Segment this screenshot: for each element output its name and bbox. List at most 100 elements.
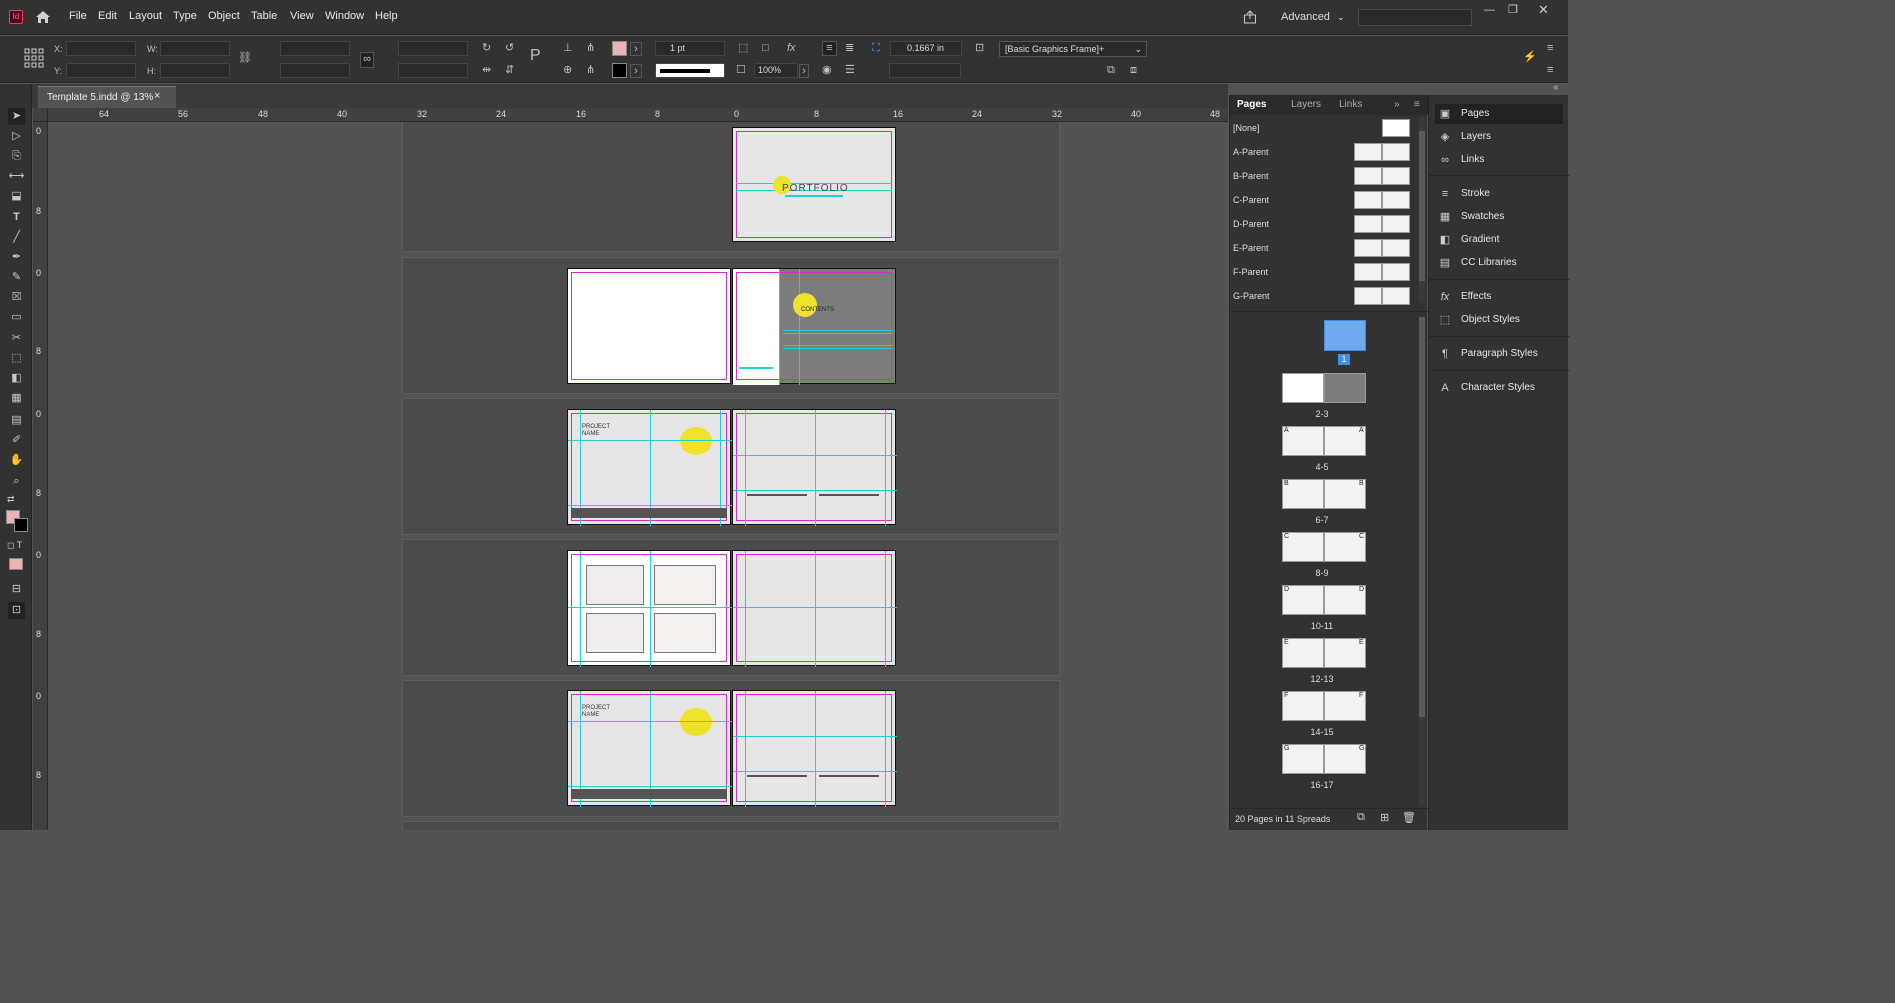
- opacity-chevron[interactable]: ›: [799, 64, 809, 78]
- apply-color-icon[interactable]: [9, 558, 23, 570]
- horizontal-ruler[interactable]: 64 56 48 40 32 24 16 8 0 8 16 24 32 40 48: [48, 108, 1228, 122]
- parents-scrollbar[interactable]: [1419, 117, 1425, 303]
- dock-paragraph-styles[interactable]: ¶ Paragraph Styles: [1435, 344, 1563, 364]
- menu-help[interactable]: Help: [375, 10, 398, 22]
- clear-overrides-icon[interactable]: ⧉: [1107, 64, 1115, 76]
- direct-selection-tool-icon[interactable]: ▷: [8, 128, 25, 145]
- menu-object[interactable]: Object: [208, 10, 240, 22]
- text-frame-options-icon[interactable]: ⬚: [738, 42, 748, 54]
- page-1[interactable]: PORTFOLIO: [732, 127, 896, 242]
- page-4[interactable]: PROJECT NAME: [567, 409, 732, 526]
- w-field[interactable]: [160, 41, 230, 56]
- constrain-proportions-icon[interactable]: ⛓: [238, 52, 252, 64]
- dock-swatches[interactable]: ▦ Swatches: [1435, 207, 1563, 227]
- gradient-feather-tool-icon[interactable]: ▦: [8, 390, 25, 407]
- menu-window[interactable]: Window: [325, 10, 364, 22]
- quick-apply-icon[interactable]: ⚡: [1523, 51, 1537, 63]
- gap-tool-icon[interactable]: ⟷: [8, 168, 25, 185]
- dock-pages[interactable]: ▣ Pages: [1435, 104, 1563, 124]
- vertical-ruler[interactable]: 0 8 0 8 0 8 0 8 0 8: [33, 122, 48, 830]
- style-options-icon[interactable]: ⧈: [1130, 64, 1137, 76]
- type-tool-icon[interactable]: T: [8, 209, 25, 226]
- page-tool-icon[interactable]: ⎘: [8, 148, 25, 165]
- shear-field[interactable]: [398, 63, 468, 78]
- fill-swatch[interactable]: [612, 41, 627, 56]
- eyedropper-tool-icon[interactable]: ✐: [8, 432, 25, 449]
- rotate-ccw-icon[interactable]: ↺: [505, 42, 514, 54]
- offset-select[interactable]: [889, 63, 961, 78]
- new-page-icon[interactable]: ⊞: [1380, 811, 1389, 824]
- close-window-icon[interactable]: ✕: [1538, 2, 1549, 18]
- search-field[interactable]: [1358, 9, 1472, 26]
- dock-stroke[interactable]: ≡ Stroke: [1435, 184, 1563, 204]
- select-previous-icon[interactable]: ⋔: [586, 42, 595, 54]
- page-1-thumb[interactable]: [1324, 320, 1366, 351]
- dock-character-styles[interactable]: A Character Styles: [1435, 378, 1563, 398]
- stroke-type-select[interactable]: [655, 63, 725, 78]
- note-tool-icon[interactable]: ▤: [8, 412, 25, 429]
- document-tab[interactable]: Template 5.indd @ 13% ×: [38, 86, 176, 108]
- select-container-icon[interactable]: ⊥: [563, 42, 573, 54]
- content-collector-icon[interactable]: ⬓: [8, 188, 25, 205]
- minimize-icon[interactable]: —: [1484, 4, 1495, 16]
- expand-dock-icon[interactable]: «: [1553, 82, 1559, 93]
- flip-vertical-icon[interactable]: ⇵: [505, 64, 514, 76]
- y-field[interactable]: [66, 63, 136, 78]
- menu-file[interactable]: File: [69, 10, 87, 22]
- page-6[interactable]: [567, 550, 732, 667]
- dock-layers[interactable]: ◈ Layers: [1435, 127, 1563, 147]
- fitting-icon[interactable]: ⛶: [872, 42, 880, 54]
- align-center-icon[interactable]: ≣: [845, 42, 854, 54]
- effects-fx-icon[interactable]: fx: [787, 42, 796, 54]
- dock-links[interactable]: ∞ Links: [1435, 150, 1563, 170]
- menu-edit[interactable]: Edit: [98, 10, 117, 22]
- frame-icon[interactable]: □: [762, 42, 769, 54]
- offset-field[interactable]: 0.1667 in: [890, 41, 962, 56]
- scale-y-field[interactable]: [280, 63, 350, 78]
- fill-stroke-swap-icon[interactable]: ⇄: [7, 494, 15, 505]
- tab-links[interactable]: Links: [1339, 99, 1362, 110]
- paragraph-icon[interactable]: P: [530, 48, 541, 64]
- object-style-select[interactable]: [Basic Graphics Frame]+ ⌄: [999, 41, 1147, 57]
- spread-thumb[interactable]: [1282, 373, 1324, 403]
- spreads-scrollbar[interactable]: [1419, 317, 1425, 805]
- spread-thumb[interactable]: [1324, 373, 1366, 403]
- dock-cc-libraries[interactable]: ▤ CC Libraries: [1435, 253, 1563, 273]
- share-icon[interactable]: [1243, 10, 1257, 24]
- reference-point-icon[interactable]: [24, 48, 44, 68]
- panel-menu-icon[interactable]: ≡: [1414, 99, 1420, 110]
- scale-x-field[interactable]: [280, 41, 350, 56]
- align-justify-icon[interactable]: ☰: [845, 64, 855, 76]
- parent-a[interactable]: A-Parent: [1230, 140, 1416, 164]
- parent-none[interactable]: [None]: [1230, 116, 1416, 140]
- close-tab-icon[interactable]: ×: [154, 90, 160, 102]
- select-next-icon[interactable]: ⋔: [586, 64, 595, 76]
- flip-horizontal-icon[interactable]: ⇹: [482, 64, 491, 76]
- page-5[interactable]: [732, 409, 897, 526]
- zoom-tool-icon[interactable]: ⌕: [8, 473, 25, 490]
- spread-8-9[interactable]: [402, 680, 1060, 817]
- menu-view[interactable]: View: [290, 10, 314, 22]
- opacity-field[interactable]: 100%: [754, 63, 798, 78]
- scissors-tool-icon[interactable]: ✂: [8, 330, 25, 347]
- spread-2-3[interactable]: [402, 257, 1060, 394]
- selection-tool-icon[interactable]: ➤: [8, 108, 25, 125]
- free-transform-tool-icon[interactable]: ⬚: [8, 350, 25, 367]
- view-mode-icon[interactable]: ⊟: [8, 581, 25, 598]
- spread-4-5[interactable]: [402, 398, 1060, 535]
- screen-mode-icon[interactable]: ⊡: [8, 602, 25, 619]
- frame-fitting-icon[interactable]: ⊡: [975, 42, 984, 54]
- stroke-color-box[interactable]: [14, 518, 28, 532]
- parent-d[interactable]: D-Parent: [1230, 212, 1416, 236]
- panel-divider[interactable]: [1230, 311, 1428, 312]
- tab-pages[interactable]: Pages: [1237, 99, 1266, 110]
- rectangle-tool-icon[interactable]: ▭: [8, 309, 25, 326]
- align-left-icon[interactable]: ≡: [822, 41, 837, 56]
- hand-tool-icon[interactable]: ✋: [8, 452, 25, 469]
- formatting-container-icon[interactable]: ◻ T: [7, 540, 22, 551]
- edit-page-size-icon[interactable]: ⧉: [1357, 811, 1365, 824]
- dock-object-styles[interactable]: ⬚ Object Styles: [1435, 310, 1563, 330]
- stroke-swatch[interactable]: [612, 63, 627, 78]
- parent-e[interactable]: E-Parent: [1230, 236, 1416, 260]
- menu-type[interactable]: Type: [173, 10, 197, 22]
